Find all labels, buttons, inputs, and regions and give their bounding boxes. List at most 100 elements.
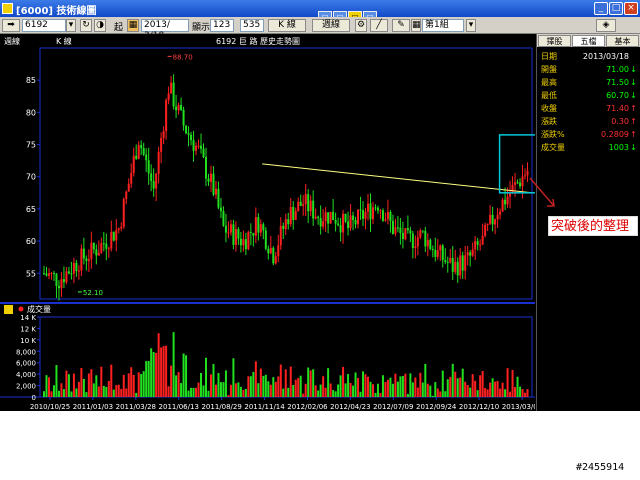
candle-body [404, 228, 407, 240]
grid-icon[interactable]: ▦ [411, 19, 421, 32]
high-label: 88.70 [173, 53, 193, 61]
toggle-icon[interactable]: ◑ [94, 19, 106, 32]
volume-bar [227, 395, 230, 397]
candle-body [162, 131, 165, 139]
candle-body [105, 243, 108, 249]
volume-bar [474, 380, 477, 397]
quote-value: 1003 [608, 143, 629, 152]
maximize-button[interactable]: □ [609, 2, 623, 15]
calendar-icon[interactable]: ▦ [127, 19, 139, 32]
candle-body [312, 200, 315, 219]
date-tick-label: 2011/08/29 [201, 403, 241, 411]
volume-bar [249, 376, 252, 397]
candle-body [304, 194, 307, 205]
quote-arrow-icon: ↓ [630, 91, 637, 100]
layout-switcher[interactable]: ▭ ▭ ▭ ▭ [318, 3, 382, 21]
volume-bar [519, 386, 522, 397]
symbol-dropdown-icon[interactable]: ▾ [66, 19, 76, 32]
candle-body [87, 259, 90, 261]
volume-bar [526, 389, 529, 397]
candle-body [262, 224, 265, 231]
candle-body [379, 210, 382, 212]
candle-body [359, 209, 362, 211]
group-select[interactable]: 第1組 [422, 19, 464, 32]
tab-basic[interactable]: 基本 [606, 35, 639, 47]
volume-bar [43, 391, 45, 397]
volume-bar [264, 374, 267, 397]
candle-body [386, 211, 389, 220]
volume-bar [247, 376, 250, 397]
minimize-button[interactable]: _ [594, 2, 608, 15]
settings-icon[interactable]: ⚙ [355, 19, 367, 32]
volume-bar [132, 375, 135, 397]
period-dropdown[interactable]: 週線 [312, 19, 350, 32]
quote-row: 最低 60.70 ↓ [541, 90, 637, 102]
volume-bar [110, 364, 113, 397]
candle-body [496, 214, 499, 220]
candle-body [167, 93, 170, 101]
volume-bar [190, 387, 193, 397]
candle-body [421, 230, 424, 232]
volume-bar [434, 382, 437, 397]
volume-bar [371, 384, 374, 397]
volume-bar [92, 383, 95, 397]
candle-body [254, 217, 257, 236]
candle-body [147, 160, 150, 174]
prev-arrow-icon[interactable]: ➡ [2, 19, 20, 32]
pen-icon[interactable]: ✎ [392, 19, 410, 32]
volume-bar [319, 384, 322, 397]
candle-body [476, 241, 479, 245]
volume-bar [476, 390, 479, 397]
volume-bar [411, 382, 414, 397]
volume-bar [75, 388, 78, 397]
tab-five-levels[interactable]: 五檔 [572, 35, 605, 47]
volume-bar [87, 373, 90, 397]
quote-arrow-icon: ↓ [630, 65, 637, 74]
volume-tick-label: 2,000 [16, 383, 36, 391]
quote-row: 成交量 1003 ↓ [541, 142, 637, 154]
candle-body [217, 188, 220, 208]
volume-bar [95, 375, 98, 397]
candle-body [431, 248, 434, 250]
chart-area[interactable]: 週線 K 線 6192 巨 路 歷史走勢圖 85 80 75 70 65 60 55 14 K 12 … [0, 34, 553, 411]
group-dropdown-icon[interactable]: ▾ [466, 19, 476, 32]
draw-line-icon[interactable]: ╱ [370, 19, 388, 32]
volume-bar [524, 392, 527, 397]
candle-body [52, 272, 55, 274]
price-chart-svg[interactable]: 週線 K 線 6192 巨 路 歷史走勢圖 85 80 75 70 65 60 55 14 K 12 … [0, 34, 553, 411]
symbol-input[interactable]: 6192 [22, 19, 66, 32]
candle-body [494, 219, 497, 225]
volume-bar [302, 393, 305, 397]
price-tick-label: 85 [26, 76, 36, 85]
tab-screening[interactable]: 擇股 [538, 35, 571, 47]
close-button[interactable]: × [624, 2, 638, 15]
candle-body [511, 184, 514, 194]
volume-bar [436, 388, 439, 397]
chart-type-dropdown[interactable]: K 線 [268, 19, 306, 32]
price-tick-label: 55 [26, 269, 36, 278]
quote-label: 最高 [541, 78, 557, 87]
volume-bar [481, 370, 484, 397]
candle-body [396, 227, 399, 229]
quote-value: 0.30 [611, 117, 629, 126]
candle-body [327, 212, 330, 224]
candle-body [70, 273, 73, 275]
price-tick-label: 80 [26, 108, 36, 117]
candle-body [192, 140, 195, 151]
refresh-icon[interactable]: ↻ [80, 19, 92, 32]
volume-bar [416, 387, 419, 397]
toolbar: ➡ 6192 ▾ ↻ ◑ 起 ▦ 2013/ 3/18 顯示 123 535 K… [0, 17, 640, 41]
volume-bar [60, 383, 63, 397]
pin-icon[interactable]: ◈ [596, 19, 616, 32]
volume-bar [362, 371, 365, 397]
candle-body [180, 104, 183, 110]
date-input[interactable]: 2013/ 3/18 [141, 19, 189, 41]
volume-bar [177, 372, 180, 397]
show-count-input[interactable]: 123 [210, 19, 234, 32]
quote-value: 2013/03/18 [582, 52, 629, 61]
volume-bar [404, 373, 407, 397]
candle-body [474, 241, 477, 250]
quote-row: 最高 71.50 ↓ [541, 77, 637, 89]
candle-body [267, 248, 270, 254]
volume-bar [491, 378, 494, 397]
